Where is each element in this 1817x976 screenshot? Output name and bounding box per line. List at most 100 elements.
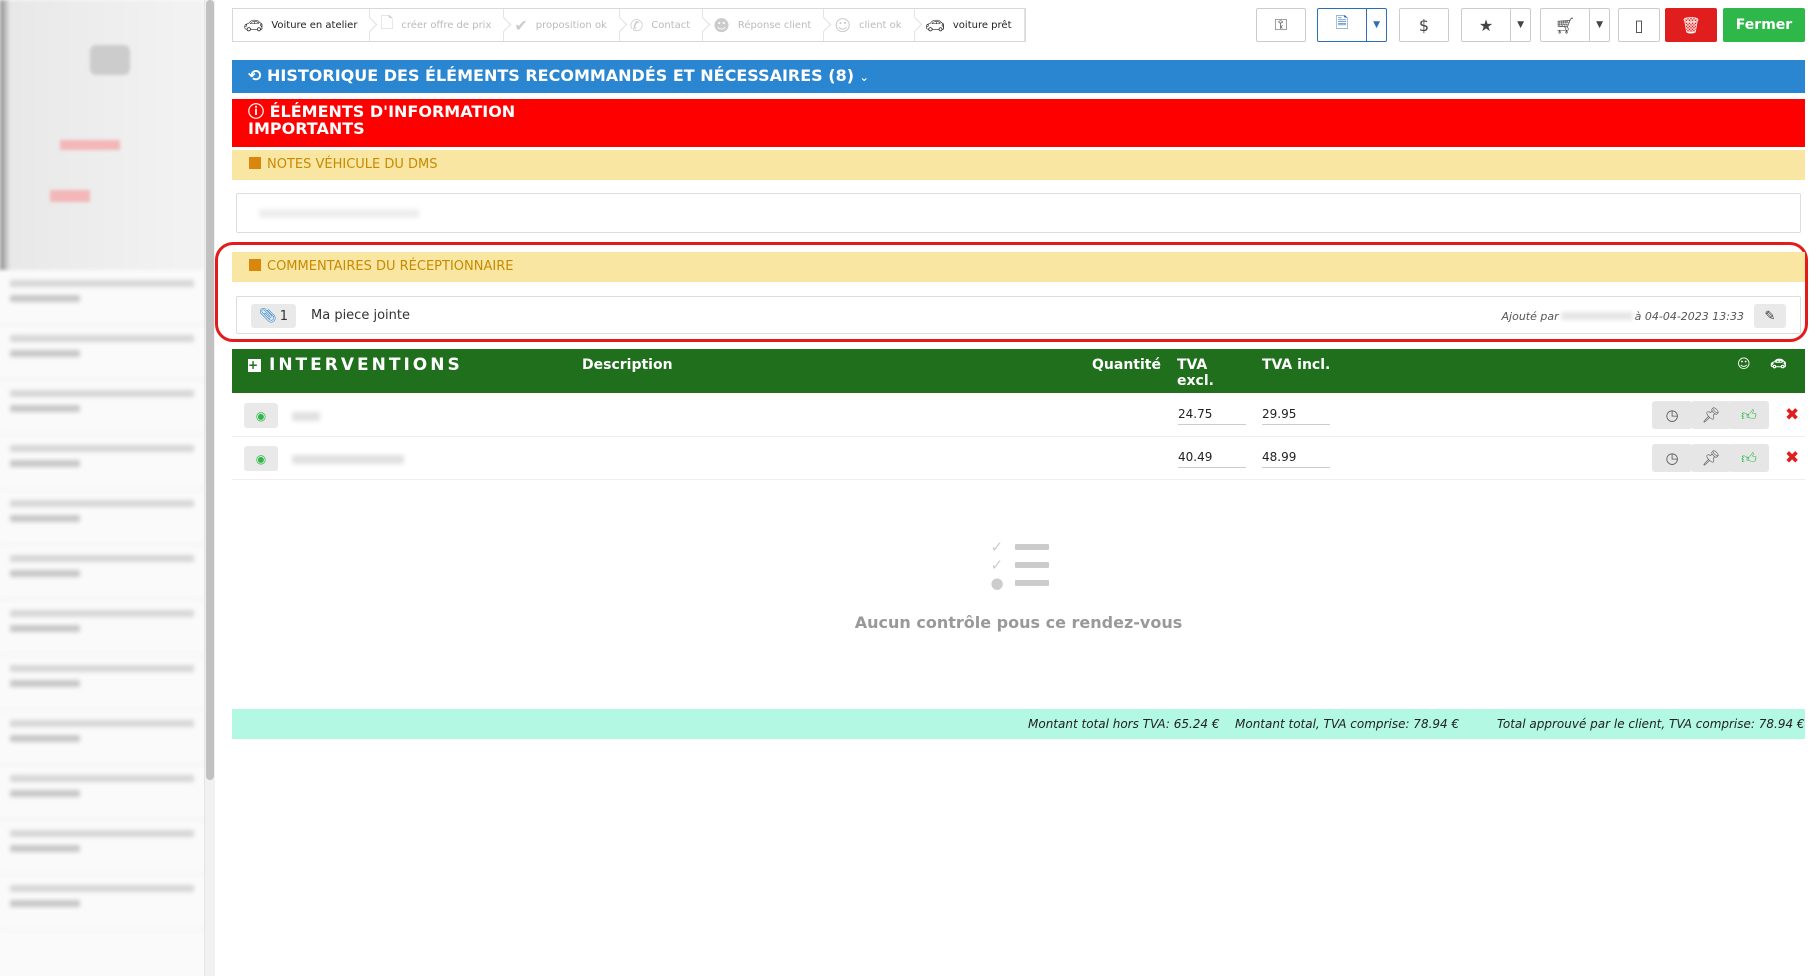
avatar [90, 45, 130, 75]
main-content: 🚗︎ Voiture en atelier 🗋 créer offre de p… [215, 0, 1808, 976]
history-icon: ⟲ [248, 66, 262, 85]
col-quantity: Quantité [1092, 357, 1161, 373]
vehicle-key-button[interactable]: ⚿ [1256, 8, 1306, 42]
chevron-down-icon: ⌄ [859, 71, 869, 84]
sidebar-badge [60, 140, 120, 150]
sidebar-field [0, 875, 204, 930]
col-incl-vat: TVA incl. [1262, 357, 1331, 373]
attachment-count: 1 [279, 308, 289, 324]
chevron-down-icon[interactable]: ▼ [1366, 9, 1386, 41]
thumbs-up-icon: 👍︎ [1741, 448, 1757, 467]
sidebar-field [0, 490, 204, 545]
close-button[interactable]: Fermer [1723, 8, 1805, 42]
schedule-button[interactable]: ◷ [1652, 444, 1692, 472]
blurred-text [292, 455, 404, 464]
sidebar-field [0, 270, 204, 325]
step-voiture-en-atelier[interactable]: 🚗︎ Voiture en atelier [233, 9, 371, 41]
tablet-button[interactable]: ▯ [1618, 8, 1660, 42]
sidebar-field [0, 600, 204, 655]
blurred-text [292, 412, 320, 421]
added-by-label: Ajouté par [1501, 310, 1559, 323]
sidebar-badge [50, 190, 90, 202]
interventions-title[interactable]: + INTERVENTIONS [248, 355, 463, 375]
price-excl-input[interactable]: 24.75 [1178, 407, 1246, 425]
step-reponse-client[interactable]: ☻ Réponse client [703, 9, 825, 41]
step-creer-offre[interactable]: 🗋 créer offre de prix [370, 9, 505, 41]
step-label: Réponse client [737, 19, 812, 31]
important-info-banner: ⓘ ÉLÉMENTS D'INFORMATION IMPORTANTS [232, 99, 1805, 147]
approve-button[interactable]: 👍︎ [1729, 444, 1769, 472]
dms-notes-header: NOTES VÉHICULE DU DMS [232, 150, 1805, 180]
pin-icon: 📌︎ [1701, 406, 1721, 424]
chevron-down-icon[interactable]: ▼ [1589, 9, 1609, 41]
col-excl-vat: TVA excl. [1177, 357, 1214, 389]
plus-icon[interactable]: + [248, 359, 261, 372]
remove-row-button[interactable]: ✖ [1785, 448, 1799, 468]
empty-state-text: Aucun contrôle pous ce rendez-vous [854, 613, 1183, 632]
cart-icon: 🛒︎ [1554, 15, 1576, 35]
car-icon: 🚗︎ [924, 15, 945, 35]
document-dropdown-button[interactable]: 🗎 ▼ [1317, 8, 1387, 42]
col-excl-line1: TVA [1177, 357, 1208, 373]
cart-dropdown-button[interactable]: 🛒︎ ▼ [1540, 8, 1610, 42]
pin-button[interactable]: 📌︎ [1691, 401, 1731, 429]
sidebar-field [0, 435, 204, 490]
history-title: HISTORIQUE DES ÉLÉMENTS RECOMMANDÉS ET N… [266, 66, 855, 85]
sidebar-header-blurred [0, 0, 204, 270]
eye-icon: ◉ [255, 408, 267, 423]
sidebar-scrollbar[interactable] [205, 0, 215, 976]
clock-icon: ◷ [1665, 449, 1679, 467]
phone-icon: ✆ [629, 15, 644, 35]
step-voiture-pret[interactable]: 🚗︎ voiture prêt [915, 9, 1025, 41]
remove-row-button[interactable]: ✖ [1785, 405, 1799, 425]
price-incl-input[interactable]: 29.95 [1262, 407, 1330, 425]
clock-icon: ◷ [1665, 406, 1679, 424]
note-icon [249, 157, 261, 169]
toolbar: 🚗︎ Voiture en atelier 🗋 créer offre de p… [230, 8, 1805, 42]
step-label: proposition ok [535, 19, 607, 31]
check-icon: ✔ [514, 15, 528, 35]
attachment-button[interactable]: 📎︎ 1 [251, 304, 297, 328]
smile-icon: ☺ [1737, 357, 1751, 372]
view-button[interactable]: ◉ [244, 446, 278, 471]
history-banner[interactable]: ⟲ HISTORIQUE DES ÉLÉMENTS RECOMMANDÉS ET… [232, 60, 1805, 93]
document-icon: 🗋 [380, 12, 394, 32]
sidebar-field [0, 710, 204, 765]
sidebar-field [0, 380, 204, 435]
favorite-dropdown-button[interactable]: ★ ▼ [1461, 8, 1531, 42]
price-excl-input[interactable]: 40.49 [1178, 450, 1246, 468]
edit-comment-button[interactable]: ✎ [1754, 304, 1786, 328]
pin-button[interactable]: 📌︎ [1691, 444, 1731, 472]
chevron-down-icon[interactable]: ▼ [1510, 9, 1530, 41]
edit-icon: ✎ [1764, 308, 1776, 324]
car-key-icon: ⚿ [1274, 15, 1288, 34]
total-excl-vat: Montant total hors TVA: 65.24 € [1028, 717, 1220, 731]
step-label: Voiture en atelier [271, 19, 358, 31]
approve-button[interactable]: 👍︎ [1729, 401, 1769, 429]
tablet-icon: ▯ [1634, 15, 1644, 35]
comment-text: Ma piece jointe [311, 308, 410, 323]
receptionist-comments-title: COMMENTAIRES DU RÉCEPTIONNAIRE [267, 259, 514, 274]
comment-date: à 04-04-2023 13:33 [1634, 310, 1744, 323]
schedule-button[interactable]: ◷ [1652, 401, 1692, 429]
step-contact[interactable]: ✆ Contact [620, 9, 704, 41]
thumbs-up-icon: 👍︎ [1741, 405, 1757, 424]
sidebar-field [0, 820, 204, 875]
info-title-line2: IMPORTANTS [248, 119, 365, 138]
price-incl-input[interactable]: 48.99 [1262, 450, 1330, 468]
col-description: Description [582, 357, 673, 373]
user-check-icon: ☻ [713, 15, 730, 35]
note-icon [249, 259, 261, 271]
comment-meta: Ajouté par à 04-04-2023 13:33 [1502, 310, 1744, 323]
view-button[interactable]: ◉ [244, 403, 278, 428]
scrollbar-thumb[interactable] [206, 0, 214, 780]
close-icon: ✖ [1785, 448, 1800, 468]
price-button[interactable]: $ [1399, 8, 1449, 42]
step-client-ok[interactable]: ☺ client ok [824, 9, 915, 41]
step-label: créer offre de prix [401, 19, 492, 31]
step-label: voiture prêt [952, 19, 1012, 31]
step-proposition-ok[interactable]: ✔ proposition ok [504, 9, 620, 41]
workflow-steps: 🚗︎ Voiture en atelier 🗋 créer offre de p… [232, 8, 1026, 42]
total-approved: Total approuvé par le client, TVA compri… [1497, 717, 1805, 731]
delete-button[interactable]: 🗑︎ [1665, 8, 1717, 42]
